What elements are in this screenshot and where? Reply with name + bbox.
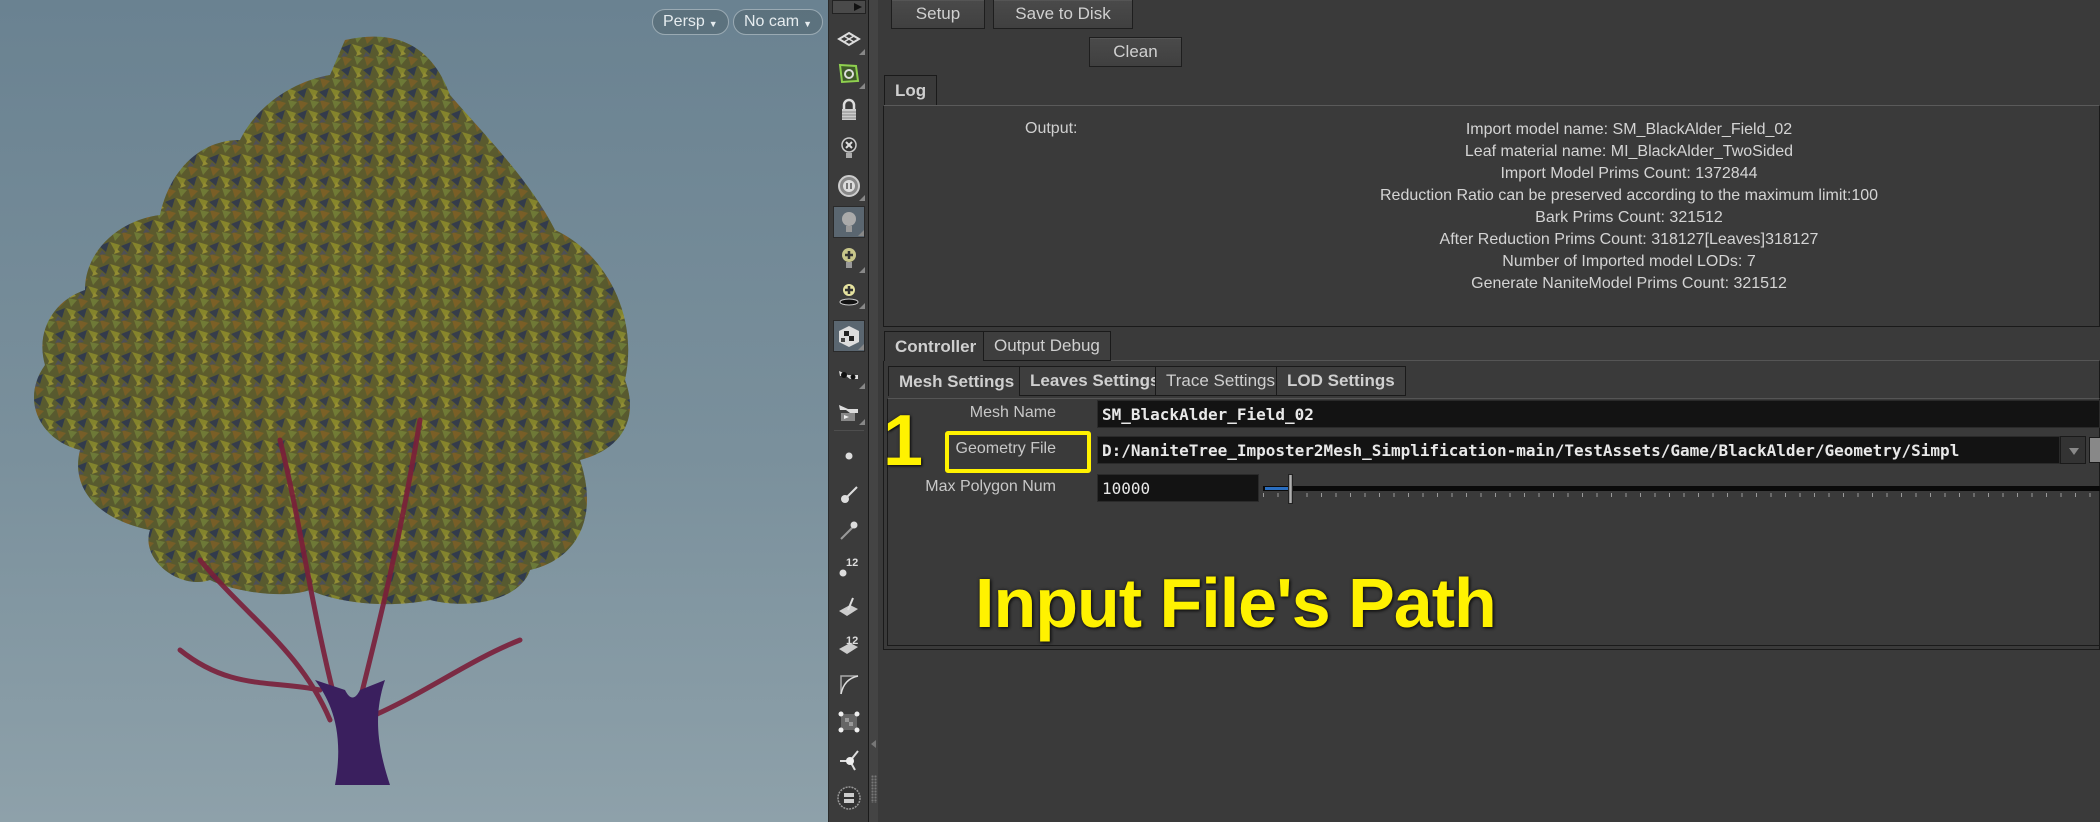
log-line: Reduction Ratio can be preserved accordi… xyxy=(1379,187,1879,204)
snapping-button[interactable] xyxy=(833,58,865,90)
view-menu-label: Persp xyxy=(663,13,705,30)
collapse-arrow-icon[interactable] xyxy=(871,740,876,748)
tab-output-debug[interactable]: Output Debug xyxy=(983,331,1111,361)
primitive-normal-icon xyxy=(839,597,858,616)
tab-trace-settings[interactable]: Trace Settings xyxy=(1155,366,1286,396)
background-icon xyxy=(837,786,861,810)
view-menu[interactable]: Persp ▼ xyxy=(652,9,729,35)
max-polygon-field[interactable]: 10000 xyxy=(1097,474,1259,502)
log-line: Bark Prims Count: 321512 xyxy=(1535,209,1723,226)
drag-grip-icon[interactable] xyxy=(871,775,877,803)
background-button[interactable] xyxy=(833,782,865,814)
add-spot-light-button[interactable] xyxy=(833,278,865,310)
camera-menu-label: No cam xyxy=(744,13,800,30)
tab-mesh-settings[interactable]: Mesh Settings xyxy=(888,366,1026,396)
camera-menu[interactable]: No cam ▼ xyxy=(733,9,824,35)
stereo-button[interactable] xyxy=(833,358,865,390)
geometry-file-field[interactable]: D:/NaniteTree_Imposter2Mesh_Simplificati… xyxy=(1097,436,2060,464)
slider-track xyxy=(1263,486,2100,491)
primitive-normals-button[interactable] xyxy=(833,590,865,622)
chevron-down-icon: ▼ xyxy=(803,18,813,29)
annotation-highlight-box xyxy=(945,431,1091,473)
setup-button[interactable]: Setup xyxy=(891,0,985,29)
parameter-panel: Setup Save to Disk Clean Log Output: Imp… xyxy=(878,0,2100,822)
point-icon xyxy=(845,452,853,460)
axis-handle-icon xyxy=(840,750,859,771)
lock-icon xyxy=(842,98,856,120)
log-line: Import model name: SM_BlackAlder_Field_0… xyxy=(1465,121,1793,138)
output-label: Output: xyxy=(1025,120,1078,137)
tab-leaves-settings[interactable]: Leaves Settings xyxy=(1019,366,1171,396)
stereo-render-button[interactable] xyxy=(833,394,865,426)
point-numbers-button[interactable]: 12 xyxy=(833,550,865,582)
prim-select-button[interactable] xyxy=(833,706,865,738)
tab-controller[interactable]: Controller xyxy=(884,331,988,361)
toolbar-divider xyxy=(834,430,864,431)
add-light-button[interactable] xyxy=(833,242,865,274)
headlight-off-button[interactable] xyxy=(833,132,865,164)
log-output: Output: Import model name: SM_BlackAlder… xyxy=(883,105,2100,327)
slider-fill xyxy=(1265,487,1288,490)
pane-splitter[interactable] xyxy=(868,0,878,822)
max-polygon-slider[interactable] xyxy=(1263,474,2100,504)
log-line: Leaf material name: MI_BlackAlder_TwoSid… xyxy=(1464,143,1794,160)
chevron-down-icon: ▼ xyxy=(708,18,718,29)
display-options-button[interactable] xyxy=(833,170,865,202)
tab-log[interactable]: Log xyxy=(884,75,938,106)
point-numbers-icon: 12 xyxy=(839,557,858,577)
log-lines: Import model name: SM_BlackAlder_Field_0… xyxy=(1204,119,2054,295)
annotation-step-number: 1 xyxy=(883,401,924,481)
primitive-numbers-icon: 12 xyxy=(839,635,858,654)
slider-ticks xyxy=(1263,493,2100,497)
curve-hull-icon xyxy=(840,675,859,695)
log-line: Number of Imported model LODs: 7 xyxy=(1502,253,1756,270)
slider-handle[interactable] xyxy=(1288,474,1293,504)
viewport-display-toolbar: 12 12 xyxy=(828,0,868,822)
point-normals-button[interactable] xyxy=(833,478,865,510)
light-off-icon xyxy=(841,137,857,158)
log-line: Generate NaniteModel Prims Count: 321512 xyxy=(1471,275,1787,292)
axis-handle-button[interactable] xyxy=(833,744,865,776)
max-polygon-label: Max Polygon Num xyxy=(925,478,1056,495)
shading-mode-button[interactable] xyxy=(833,320,865,352)
prim-select-icon xyxy=(838,711,860,733)
annotation-caption: Input File's Path xyxy=(975,564,1497,642)
point-numbers-badge: 12 xyxy=(846,557,858,569)
display-points-button[interactable] xyxy=(833,440,865,472)
viewport-layout-button[interactable] xyxy=(833,24,865,56)
log-line: Import Model Prims Count: 1372844 xyxy=(1500,165,1758,182)
vertex-normals-button[interactable] xyxy=(833,514,865,546)
curve-hull-button[interactable] xyxy=(833,668,865,700)
scene-viewport[interactable]: Persp ▼ No cam ▼ xyxy=(0,0,828,822)
primitive-numbers-button[interactable]: 12 xyxy=(833,628,865,660)
log-line: After Reduction Prims Count: 318127[Leav… xyxy=(1439,231,1819,248)
save-to-disk-button[interactable]: Save to Disk xyxy=(993,0,1133,29)
tab-lod-settings[interactable]: LOD Settings xyxy=(1276,366,1406,396)
file-browse-button[interactable] xyxy=(2089,437,2100,463)
houdini-window: Persp ▼ No cam ▼ 12 12 Setup Save to Dis… xyxy=(0,0,2100,822)
normal-light-button[interactable] xyxy=(833,206,865,238)
mesh-name-field[interactable]: SM_BlackAlder_Field_02 xyxy=(1097,400,2100,428)
primitive-numbers-badge: 12 xyxy=(846,635,858,647)
mesh-name-label: Mesh Name xyxy=(969,404,1056,421)
geometry-file-dropdown[interactable] xyxy=(2060,436,2086,464)
tree-model-render xyxy=(33,36,630,785)
clean-button[interactable]: Clean xyxy=(1089,37,1182,67)
lock-camera-button[interactable] xyxy=(833,94,865,126)
toolbar-expand-button[interactable] xyxy=(832,0,866,14)
point-normal-icon xyxy=(841,486,858,503)
vertex-icon xyxy=(840,521,858,540)
